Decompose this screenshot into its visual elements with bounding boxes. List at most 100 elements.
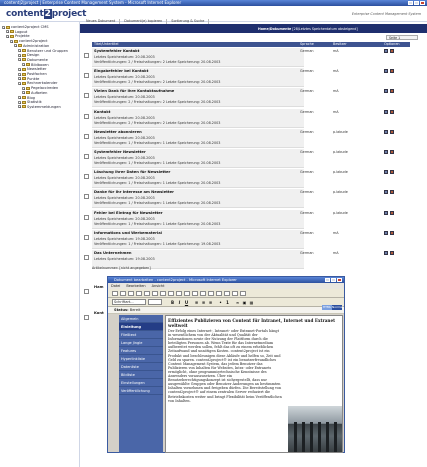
table-row[interactable]: Danke für Ihr Interesse am Newsletter Let…	[82, 189, 412, 209]
row-title[interactable]: Kont	[94, 311, 104, 315]
row-title[interactable]: Vielen Dank für Ihre Kontaktaufnahme	[94, 89, 174, 93]
editor-content[interactable]: Effizientes Publizieren von Content für …	[165, 315, 343, 453]
row-checkbox[interactable]	[84, 133, 89, 139]
paste-icon[interactable]	[144, 291, 150, 296]
editor-minimize-button[interactable]	[325, 278, 330, 282]
font-select[interactable]: Schriftart...	[112, 299, 146, 305]
row-checkbox[interactable]	[84, 214, 89, 220]
row-checkbox[interactable]	[84, 194, 89, 200]
spell-icon[interactable]	[176, 291, 182, 296]
row-checkbox[interactable]	[84, 234, 89, 240]
minimize-button[interactable]	[408, 1, 413, 5]
copy-icon[interactable]	[136, 291, 142, 296]
sidebar-item[interactable]: + Aufbeten	[22, 91, 47, 95]
normal-mode-button[interactable]: Normal	[332, 305, 343, 310]
editor-nav-item[interactable]: Lange Jingle	[119, 339, 163, 347]
expand-icon[interactable]: +	[18, 77, 22, 81]
find-icon[interactable]	[168, 291, 174, 296]
sidebar-item[interactable]: + content2project CMS	[2, 25, 49, 29]
row-title[interactable]: Fehler bei Eintrag für Newsletter	[94, 211, 163, 215]
table-row[interactable]: Ham	[82, 284, 106, 304]
page-selector[interactable]: Seite 1	[386, 35, 418, 40]
table-row[interactable]: Kont	[82, 310, 106, 330]
image-icon[interactable]: ▣	[242, 300, 247, 305]
delete-icon[interactable]	[390, 230, 394, 235]
expand-icon[interactable]: +	[14, 44, 18, 48]
edit-icon[interactable]	[384, 210, 388, 215]
editor-maximize-button[interactable]	[331, 278, 336, 282]
expand-icon[interactable]: +	[18, 105, 22, 109]
col-owner[interactable]: Besitzer	[333, 42, 347, 47]
row-title[interactable]: Systemfehler Kontakt	[94, 49, 139, 53]
editor-close-button[interactable]	[337, 278, 342, 282]
row-checkbox[interactable]	[84, 53, 89, 58]
expand-icon[interactable]: +	[6, 30, 10, 34]
edit-icon[interactable]	[384, 109, 388, 114]
row-checkbox[interactable]	[84, 315, 89, 320]
expand-icon[interactable]: +	[22, 91, 26, 95]
sidebar-item[interactable]: + Postfachen	[18, 72, 47, 76]
row-checkbox[interactable]	[84, 255, 89, 260]
row-title[interactable]: Danke für Ihr Interesse am Newsletter	[94, 190, 174, 194]
expand-icon[interactable]: +	[2, 25, 6, 29]
table-row[interactable]: Vielen Dank für Ihre Kontaktaufnahme Letz…	[82, 88, 412, 108]
delete-icon[interactable]	[390, 190, 394, 195]
edit-icon[interactable]	[384, 230, 388, 235]
table-row[interactable]: Eingabefehler bei Kontakt Letztes Speiche…	[82, 68, 412, 88]
row-checkbox[interactable]	[84, 174, 89, 180]
row-checkbox[interactable]	[84, 289, 89, 294]
expand-icon[interactable]: +	[18, 96, 22, 100]
table-icon[interactable]	[184, 291, 190, 296]
row-title[interactable]: Kontakt	[94, 110, 110, 114]
sidebar-item[interactable]: + Systemmeldungen	[18, 105, 61, 109]
editor-nav-item[interactable]: Bildliste	[119, 371, 163, 379]
row-title[interactable]: Ham	[94, 285, 103, 289]
symbol-icon[interactable]	[224, 291, 230, 296]
numbered-list-icon[interactable]: 1	[225, 300, 230, 305]
sidebar-item[interactable]: + Pegelaccireden	[22, 86, 58, 90]
app-logo[interactable]: content2project	[6, 9, 86, 19]
help-icon[interactable]	[240, 291, 246, 296]
row-checkbox[interactable]	[84, 113, 89, 119]
expand-icon[interactable]: +	[6, 34, 10, 38]
row-title[interactable]: Systemfehler Newsletter	[94, 150, 146, 154]
col-language[interactable]: Sprache	[300, 42, 314, 47]
edit-icon[interactable]	[384, 89, 388, 94]
delete-icon[interactable]	[390, 150, 394, 154]
sidebar-item[interactable]: + Benutzer und Gruppen	[18, 49, 68, 53]
edit-icon[interactable]	[384, 69, 388, 74]
redo-icon[interactable]	[160, 291, 166, 296]
expand-icon[interactable]: +	[10, 39, 14, 43]
edit-icon[interactable]	[384, 251, 388, 255]
sidebar-item[interactable]: + Administration	[14, 44, 49, 48]
row-title[interactable]: Das Unternehmen	[94, 251, 131, 255]
expand-icon[interactable]: +	[22, 86, 26, 90]
content-heading[interactable]: Effizientes Publizieren von Content für …	[166, 316, 342, 329]
editor-nav-item[interactable]: Veröffentlichung	[119, 387, 163, 395]
undo-icon[interactable]	[152, 291, 158, 296]
sidebar-item[interactable]: + Logout	[6, 30, 27, 34]
delete-icon[interactable]	[390, 251, 394, 255]
sidebar-item[interactable]: + Blog	[18, 96, 35, 100]
col-title[interactable]: Titel/Untertitel	[94, 42, 118, 47]
row-checkbox[interactable]	[84, 73, 89, 79]
sidebar-item[interactable]: + Design	[18, 53, 39, 57]
sidebar-item[interactable]: + Dokumente	[18, 58, 48, 62]
table-icon[interactable]: ▦	[249, 300, 254, 305]
sidebar-item[interactable]: + content2project	[10, 39, 48, 43]
maximize-button[interactable]	[414, 1, 419, 5]
edit-icon[interactable]	[384, 170, 388, 175]
expand-icon[interactable]: +	[22, 63, 26, 67]
expand-icon[interactable]: +	[18, 53, 22, 57]
table-row[interactable]: Löschung Ihrer Daten für Newsletter Letzt…	[82, 169, 412, 189]
link-icon[interactable]: ∞	[235, 300, 240, 305]
table-row[interactable]: Kontakt Letztes Speicherdatum: 20.08.2003…	[82, 108, 412, 129]
delete-icon[interactable]	[390, 210, 394, 215]
expand-icon[interactable]: +	[18, 58, 22, 62]
breadcrumb-path[interactable]: Home/Dokumente	[258, 27, 291, 31]
align-center-icon[interactable]: ≡	[201, 300, 206, 305]
editor-nav-item[interactable]: Allgemein	[119, 315, 163, 323]
delete-icon[interactable]	[390, 170, 394, 175]
editor-nav-item[interactable]: Hyperlinkliste	[119, 355, 163, 363]
editor-nav-item[interactable]: Datenliste	[119, 363, 163, 371]
